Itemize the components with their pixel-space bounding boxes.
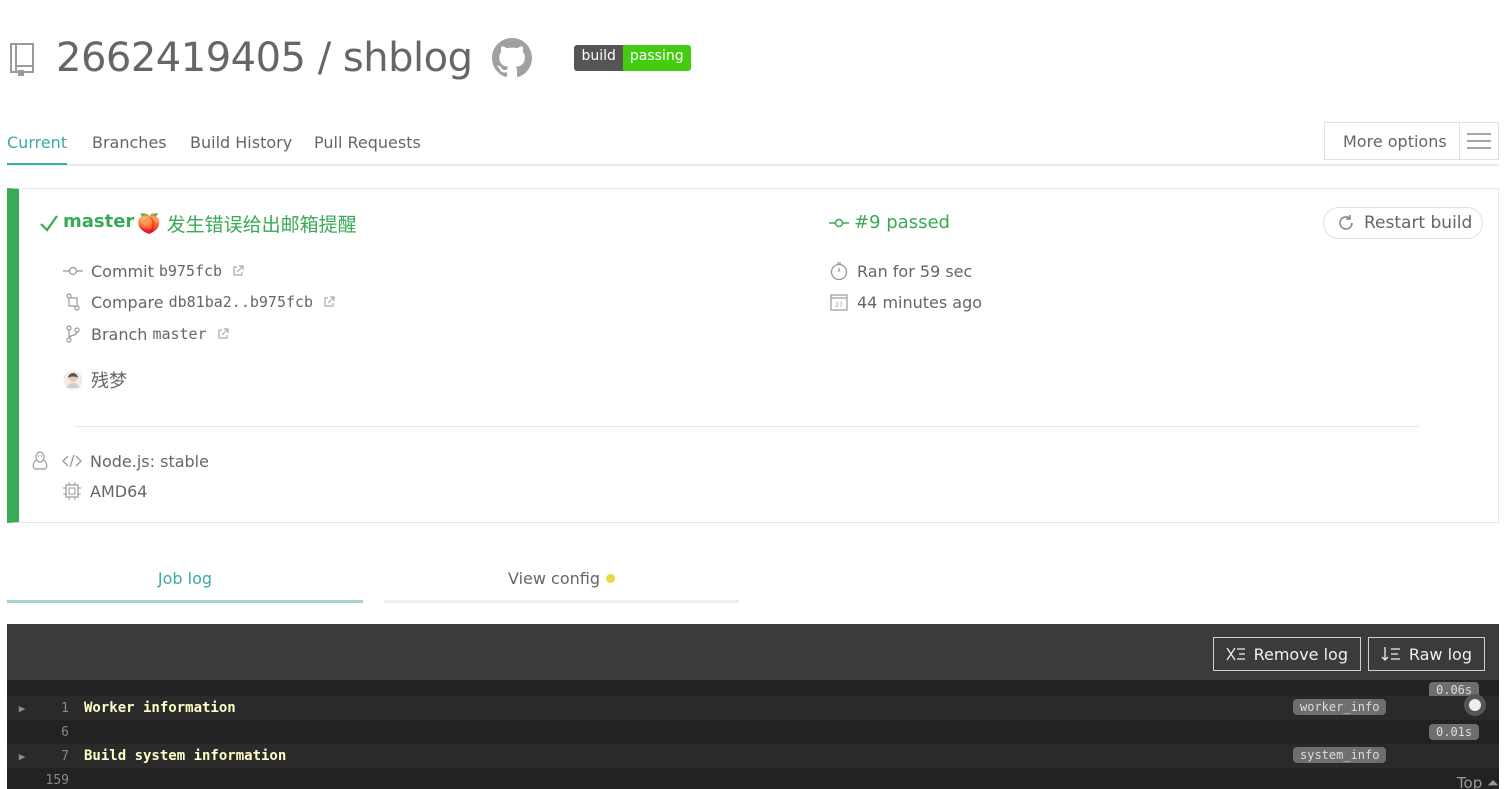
tab-branches[interactable]: Branches — [92, 133, 167, 152]
language-text: Node.js: stable — [90, 451, 209, 471]
commit-icon — [63, 261, 83, 281]
fold-duration: 0.01s — [1429, 724, 1480, 740]
build-status-badge[interactable]: build passing — [574, 45, 691, 71]
compare-label: Compare — [91, 292, 164, 312]
compare-row: Compare db81ba2..b975fcb — [63, 292, 335, 312]
build-number-text: #9 passed — [854, 212, 950, 233]
duration-row: Ran for 59 sec — [829, 261, 972, 281]
repo-separator: / — [317, 35, 331, 81]
card-divider — [74, 426, 1419, 427]
raw-log-icon — [1381, 647, 1400, 661]
tab-view-config[interactable]: View config — [384, 558, 739, 603]
arch-text: AMD64 — [90, 481, 148, 501]
badge-status: passing — [622, 45, 691, 71]
raw-log-button[interactable]: Raw log — [1367, 637, 1485, 671]
line-number[interactable]: 1 — [37, 701, 69, 716]
branch-value-link[interactable]: master — [152, 325, 206, 343]
commit-message: 🍑 发生错误给出邮箱提醒 — [137, 210, 357, 237]
log-line[interactable]: ▶ 7 Build system information — [7, 744, 1499, 768]
commit-node-icon — [829, 218, 849, 227]
build-number[interactable]: #9 passed — [829, 212, 950, 233]
more-options-label: More options — [1343, 131, 1447, 151]
log-line[interactable]: ▶ 1 Worker information — [7, 696, 1499, 720]
language-row: Node.js: stable — [62, 451, 209, 471]
view-config-label: View config — [507, 569, 600, 588]
external-link-icon[interactable] — [323, 296, 335, 308]
branch-row: Branch master — [63, 324, 229, 344]
time-row: 27 44 minutes ago — [829, 292, 982, 312]
line-number[interactable]: 6 — [37, 725, 69, 740]
log-line[interactable]: 159 — [7, 768, 1499, 789]
line-number[interactable]: 159 — [37, 773, 69, 788]
repo-title[interactable]: 2662419405 / shblog — [56, 35, 473, 81]
repo-header: 2662419405 / shblog build passing — [8, 30, 691, 86]
remove-log-icon — [1226, 647, 1245, 661]
raw-log-label: Raw log — [1408, 644, 1472, 664]
top-label: Top — [1456, 774, 1483, 789]
avatar — [63, 370, 83, 390]
linux-icon — [31, 451, 49, 471]
author-row: 残梦 — [63, 367, 127, 393]
code-icon — [62, 451, 82, 471]
commit-sha-link[interactable]: b975fcb — [159, 262, 222, 280]
repo-icon — [10, 43, 34, 76]
arch-row: AMD64 — [62, 481, 147, 501]
commit-label: Commit — [91, 261, 154, 281]
line-number[interactable]: 7 — [37, 749, 69, 764]
scroll-toggle-icon[interactable] — [1463, 693, 1487, 717]
calendar-icon: 27 — [829, 292, 849, 312]
commit-row: Commit b975fcb — [63, 261, 244, 281]
build-branch[interactable]: master — [63, 211, 134, 232]
repo-owner[interactable]: 2662419405 — [56, 35, 306, 81]
svg-text:27: 27 — [835, 302, 843, 309]
log-toolbar: Remove log Raw log — [7, 624, 1499, 680]
repo-tabs: Current Branches Build History Pull Requ… — [7, 122, 1499, 166]
branch-icon — [63, 324, 83, 344]
tab-pull-requests[interactable]: Pull Requests — [314, 133, 421, 152]
log-line[interactable]: 6 — [7, 720, 1499, 744]
external-link-icon[interactable] — [232, 265, 244, 277]
fold-tag: system_info — [1293, 747, 1387, 763]
branch-label: Branch — [91, 324, 148, 344]
tab-job-log[interactable]: Job log — [7, 558, 363, 603]
author-name: 残梦 — [91, 371, 127, 392]
log-line-text: Build system information — [84, 748, 287, 764]
commit-message-text: 发生错误给出邮箱提醒 — [166, 214, 357, 236]
restart-icon — [1339, 215, 1353, 230]
restart-build-button[interactable]: Restart build — [1323, 207, 1483, 239]
repo-name[interactable]: shblog — [343, 35, 473, 81]
fold-arrow-icon[interactable]: ▶ — [7, 750, 37, 763]
badge-label: build — [574, 45, 623, 71]
remove-log-label: Remove log — [1253, 644, 1348, 664]
compare-icon — [63, 292, 83, 312]
check-icon — [39, 213, 59, 233]
compare-range-link[interactable]: db81ba2..b975fcb — [169, 293, 314, 311]
build-summary-card: master 🍑 发生错误给出邮箱提醒 #9 passed Restart bu… — [7, 188, 1499, 523]
job-log-panel: Remove log Raw log 0.06s ▶ 1 Worker info… — [7, 624, 1499, 789]
hamburger-icon — [1458, 123, 1499, 159]
log-line-text: Worker information — [84, 700, 236, 716]
cpu-icon — [62, 481, 82, 501]
more-options-button[interactable]: More options — [1324, 122, 1499, 160]
remove-log-button[interactable]: Remove log — [1212, 637, 1361, 671]
duration-text: Ran for 59 sec — [857, 261, 973, 281]
github-icon[interactable] — [492, 38, 533, 78]
peach-emoji-icon: 🍑 — [137, 213, 161, 235]
tab-current[interactable]: Current — [7, 133, 68, 165]
tab-build-history[interactable]: Build History — [190, 133, 292, 152]
restart-build-label: Restart build — [1364, 213, 1473, 233]
time-ago-text: 44 minutes ago — [857, 292, 983, 312]
scroll-top-link[interactable]: Top ⏶ — [1457, 774, 1499, 789]
fold-tag: worker_info — [1293, 699, 1387, 715]
fold-arrow-icon[interactable]: ▶ — [7, 702, 37, 715]
stopwatch-icon — [829, 261, 849, 281]
external-link-icon[interactable] — [217, 328, 229, 340]
status-dot-icon — [606, 574, 615, 583]
